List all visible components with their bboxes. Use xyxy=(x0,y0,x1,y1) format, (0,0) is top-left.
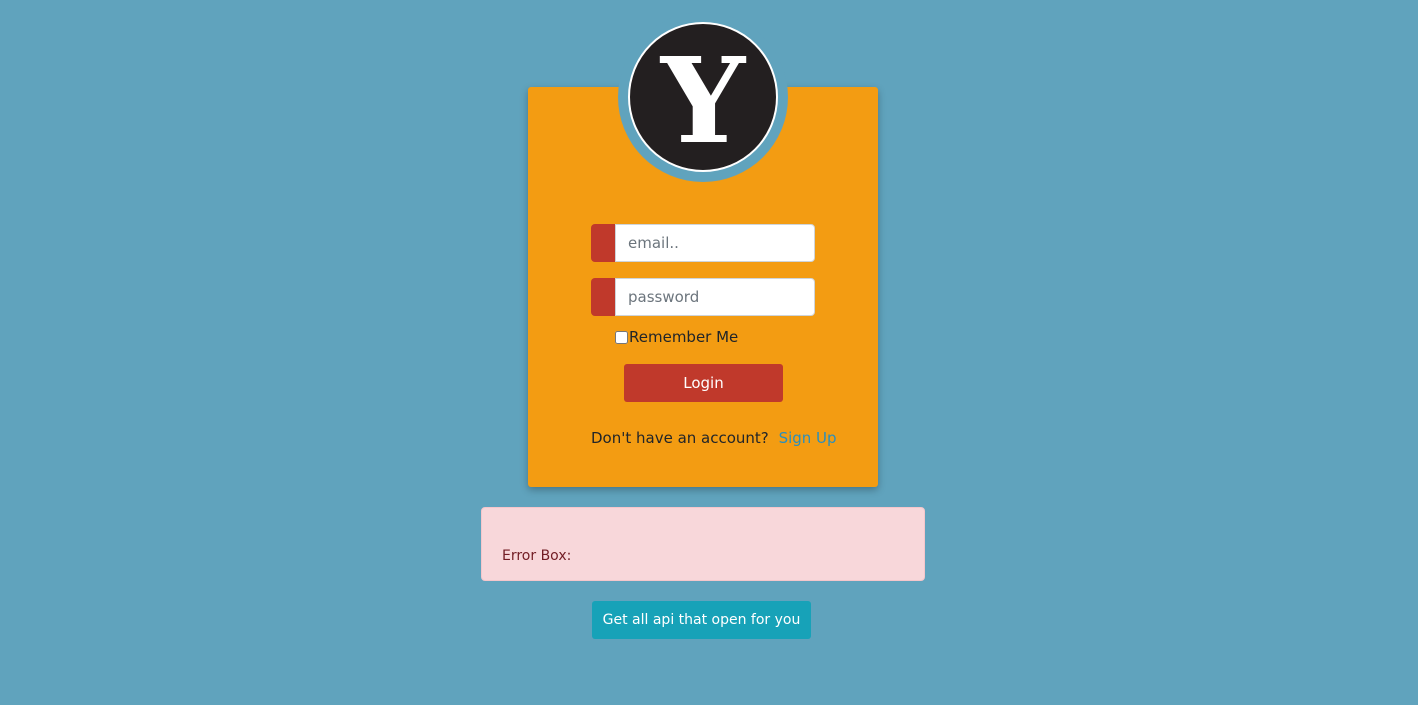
signup-link[interactable]: Sign Up xyxy=(779,429,837,447)
remember-me-checkbox[interactable] xyxy=(615,330,628,344)
y-logo-icon: Y xyxy=(659,31,747,170)
signup-prompt: Don't have an account? xyxy=(591,429,769,447)
password-input-group xyxy=(591,278,815,316)
password-input[interactable] xyxy=(615,278,815,316)
signup-prompt-line: Don't have an account? Sign Up xyxy=(591,429,837,447)
login-button[interactable]: Login xyxy=(624,364,783,402)
logo: Y xyxy=(628,22,778,172)
email-input[interactable] xyxy=(615,224,815,262)
logo-letter: Y xyxy=(659,31,747,170)
remember-me-label: Remember Me xyxy=(629,328,739,346)
email-addon-icon xyxy=(591,224,615,262)
error-box-label: Error Box: xyxy=(502,548,572,564)
remember-me[interactable]: Remember Me xyxy=(615,327,738,347)
get-api-button[interactable]: Get all api that open for you xyxy=(592,601,811,639)
password-addon-icon xyxy=(591,278,615,316)
email-input-group xyxy=(591,224,815,262)
error-box: Error Box: xyxy=(481,507,925,581)
